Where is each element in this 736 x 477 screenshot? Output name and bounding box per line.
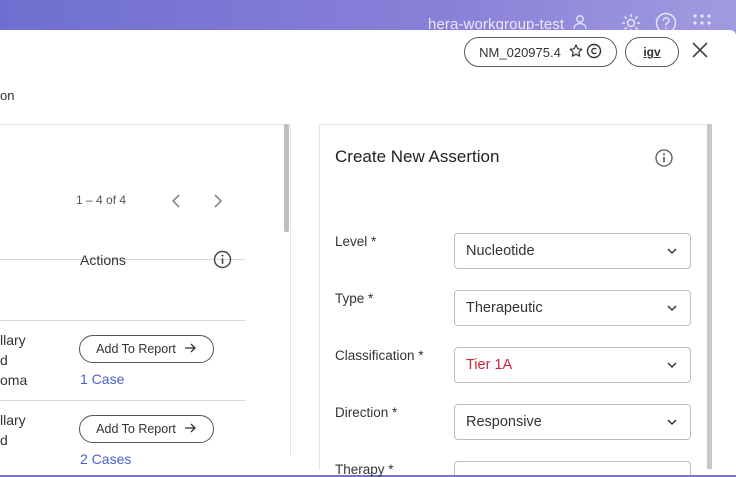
- left-scrollbar[interactable]: [284, 124, 289, 232]
- classification-label: Classification *: [335, 348, 424, 363]
- direction-select[interactable]: Responsive: [454, 404, 691, 440]
- diagnosis-text: llary: [0, 412, 26, 428]
- chevron-down-icon: [666, 357, 678, 373]
- add-to-report-label: Add To Report: [96, 342, 176, 356]
- cases-link[interactable]: 1 Case: [80, 371, 124, 387]
- diagnosis-text: d: [0, 352, 8, 368]
- level-value: Nucleotide: [466, 243, 535, 259]
- arrow-right-icon: [184, 342, 197, 356]
- copyright-icon[interactable]: [586, 43, 602, 62]
- transcript-label: NM_020975.4: [479, 44, 561, 60]
- level-select[interactable]: Nucleotide: [454, 233, 691, 269]
- transcript-chip[interactable]: NM_020975.4: [464, 37, 617, 67]
- chevron-down-icon: [666, 414, 678, 430]
- therapy-select[interactable]: [454, 461, 691, 475]
- add-to-report-button[interactable]: Add To Report: [79, 415, 214, 443]
- diagnosis-text: llary: [0, 332, 26, 348]
- actions-column-header: Actions: [80, 252, 126, 268]
- igv-button[interactable]: igv: [625, 37, 679, 67]
- info-icon[interactable]: [213, 250, 232, 274]
- next-page-icon[interactable]: [211, 193, 225, 214]
- right-scrollbar[interactable]: [707, 124, 712, 469]
- igv-label: igv: [643, 45, 661, 59]
- chevron-down-icon: [666, 300, 678, 316]
- chevron-down-icon: [666, 243, 678, 259]
- add-to-report-label: Add To Report: [96, 422, 176, 436]
- level-label: Level *: [335, 234, 377, 249]
- type-label: Type *: [335, 291, 374, 306]
- direction-value: Responsive: [466, 414, 542, 430]
- pagination-range: 1 – 4 of 4: [76, 193, 127, 207]
- cases-link[interactable]: 2 Cases: [80, 451, 131, 467]
- star-icon[interactable]: [569, 43, 583, 61]
- direction-label: Direction *: [335, 405, 398, 420]
- classification-value: Tier 1A: [466, 357, 513, 373]
- type-value: Therapeutic: [466, 300, 543, 316]
- assertion-title: Create New Assertion: [335, 147, 500, 166]
- row-divider: [0, 400, 245, 401]
- table-header-divider-bottom: [0, 320, 245, 321]
- add-to-report-button[interactable]: Add To Report: [79, 335, 214, 363]
- classification-select[interactable]: Tier 1A: [454, 347, 691, 383]
- info-icon[interactable]: [654, 148, 674, 173]
- cases-card: [0, 124, 291, 455]
- diagnosis-text: d: [0, 432, 8, 448]
- previous-page-icon[interactable]: [170, 193, 184, 214]
- type-select[interactable]: Therapeutic: [454, 290, 691, 326]
- close-icon[interactable]: [690, 40, 710, 65]
- diagnosis-text: oma: [0, 372, 28, 388]
- dialog-subtitle: on: [0, 88, 15, 103]
- arrow-right-icon: [184, 422, 197, 436]
